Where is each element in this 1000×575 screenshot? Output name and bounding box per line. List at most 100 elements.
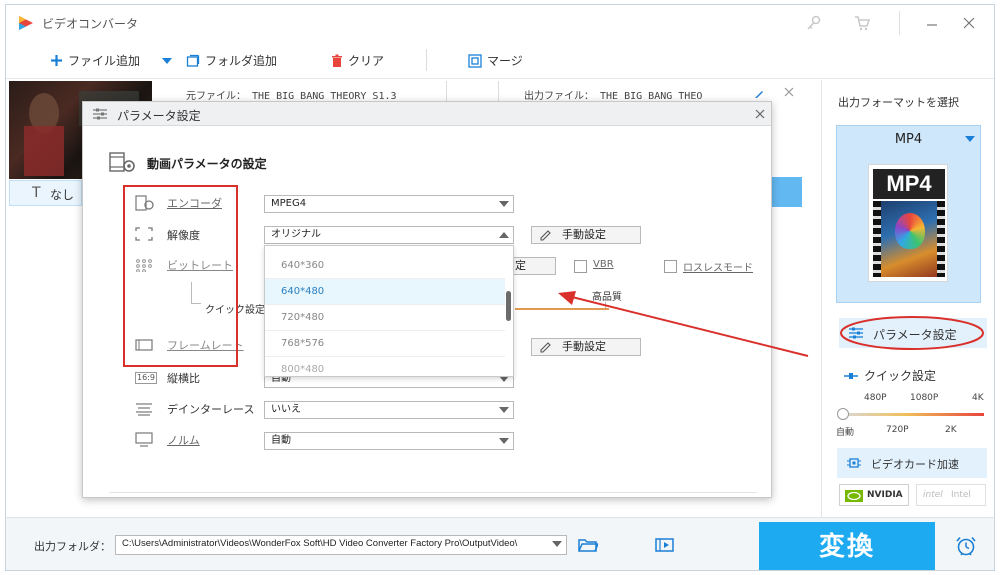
lossless-label: ロスレスモード — [683, 263, 753, 274]
merge-label: マージ — [487, 54, 523, 68]
mp4-format-icon: MP4 — [868, 164, 948, 282]
subtitle-select[interactable]: T なし — [9, 180, 82, 206]
gpu-accel-button[interactable]: ビデオカード加速 — [837, 448, 987, 478]
settings-sliders-icon — [93, 108, 107, 120]
norm-label: ノルム — [167, 434, 200, 447]
bitrate-manual-partial-label: 定 — [515, 259, 526, 272]
app-logo-icon — [19, 16, 33, 30]
cart-icon[interactable] — [854, 15, 870, 31]
intel-logo-icon: intel — [923, 490, 943, 500]
add-file-dropdown-icon[interactable] — [162, 57, 172, 65]
chip-icon — [847, 458, 861, 468]
add-file-label: ファイル追加 — [68, 54, 141, 68]
trash-icon — [332, 54, 342, 67]
dialog-title: パラメータ設定 — [117, 109, 201, 123]
section-title: 動画パラメータの設定 — [147, 157, 267, 171]
toolbar-divider — [426, 49, 427, 71]
quality-bottom-label-2k: 2K — [945, 425, 957, 435]
aspect-label: 縦横比 — [167, 372, 200, 385]
app-title: ビデオコンバータ — [42, 17, 139, 31]
alarm-clock-icon[interactable] — [955, 535, 977, 557]
add-folder-label: フォルダ追加 — [205, 54, 278, 68]
intel-button[interactable]: intel Intel — [916, 484, 986, 506]
bitrate-manual-button[interactable]: 定 — [508, 257, 556, 275]
right-panel-divider — [821, 80, 822, 517]
vbr-label: VBR — [593, 259, 614, 270]
clear-label: クリア — [348, 54, 385, 68]
toolbar: ファイル追加 フォルダ追加 クリア マージ — [6, 41, 994, 79]
red-box-highlight — [123, 185, 238, 367]
video-settings-icon — [109, 152, 135, 172]
quality-top-label-4k: 4K — [972, 393, 984, 403]
chevron-up-icon — [499, 232, 509, 238]
format-name: MP4 — [894, 132, 923, 147]
quality-top-label-480p: 480P — [864, 393, 887, 403]
merge-icon — [468, 53, 482, 68]
pencil-icon — [540, 230, 551, 241]
merge-button[interactable]: マージ — [468, 52, 523, 69]
dialog-divider — [109, 492, 757, 493]
chevron-down-icon — [499, 201, 509, 207]
deinterlace-select[interactable]: いいえ — [264, 401, 514, 419]
deinterlace-icon — [136, 403, 152, 416]
nvidia-button[interactable]: NVIDIA — [839, 484, 909, 506]
dialog-close-icon[interactable] — [755, 109, 765, 119]
encoder-value: MPEG4 — [271, 198, 307, 209]
dropdown-option-selected[interactable]: 640*480 — [265, 279, 505, 305]
row-divider — [446, 81, 447, 103]
red-ellipse-highlight — [840, 316, 984, 350]
add-folder-button[interactable]: フォルダ追加 — [186, 52, 277, 69]
manual-setting-button[interactable]: 手動設定 — [531, 226, 641, 244]
row-divider — [498, 81, 499, 103]
remove-file-icon[interactable] — [784, 87, 794, 97]
subtitle-value: なし — [50, 188, 75, 202]
resolution-value: オリジナル — [271, 229, 321, 240]
edit-output-icon[interactable] — [754, 89, 764, 99]
quick-setting-icon — [844, 373, 858, 379]
output-format-title: 出力フォーマットを選択 — [838, 96, 959, 109]
key-icon[interactable] — [806, 15, 822, 31]
dropdown-option[interactable]: 768*576 — [265, 331, 505, 357]
gpu-accel-label: ビデオカード加速 — [871, 458, 959, 471]
vbr-checkbox[interactable] — [574, 260, 587, 273]
nvidia-logo-icon — [845, 490, 863, 502]
source-file-name: 元ファイル： THE BIG BANG THEORY S1.3 — [186, 91, 397, 102]
chevron-down-icon — [499, 438, 509, 444]
video-folder-icon[interactable] — [655, 537, 675, 553]
chevron-down-icon — [552, 541, 562, 547]
title-bar: ビデオコンバータ — [6, 5, 994, 41]
add-file-button[interactable]: ファイル追加 — [50, 52, 140, 69]
format-logo-text: MP4 — [886, 171, 932, 196]
clear-button[interactable]: クリア — [331, 52, 384, 69]
format-dropdown-icon[interactable] — [965, 135, 975, 143]
dropdown-option[interactable]: 640*360 — [265, 253, 505, 279]
minimize-icon[interactable] — [926, 17, 938, 29]
output-file-name: 出力ファイル： THE BIG BANG THEO — [524, 91, 703, 102]
deinterlace-value: いいえ — [271, 404, 301, 415]
deinterlace-label: デインターレース — [167, 403, 255, 416]
open-folder-icon[interactable] — [578, 538, 598, 553]
intel-label: Intel — [951, 490, 971, 500]
text-icon: T — [32, 185, 41, 201]
norm-select[interactable]: 自動 — [264, 432, 514, 450]
file-row-highlight — [772, 177, 802, 207]
nvidia-label: NVIDIA — [867, 490, 903, 500]
lossless-checkbox[interactable] — [664, 260, 677, 273]
convert-button[interactable]: 変換 — [759, 522, 935, 570]
resolution-select[interactable]: オリジナル — [264, 226, 514, 244]
resolution-dropdown-list: 640*360 640*480 720*480 768*576 800*480 — [264, 245, 514, 377]
encoder-select[interactable]: MPEG4 — [264, 195, 514, 213]
dropdown-option[interactable]: 800*480 — [265, 357, 505, 376]
output-path-select[interactable]: C:\Users\Administrator\Videos\WonderFox … — [115, 535, 567, 555]
dropdown-option[interactable]: 720*480 — [265, 305, 505, 331]
chevron-down-icon — [499, 407, 509, 413]
quality-slider-handle[interactable] — [837, 408, 849, 420]
red-arrow-annotation — [558, 291, 809, 357]
quality-slider-track[interactable] — [842, 413, 984, 416]
quick-setting-title: クイック設定 — [864, 369, 937, 383]
close-icon[interactable] — [963, 17, 975, 29]
dropdown-scrollbar[interactable] — [506, 291, 511, 321]
format-card[interactable]: MP4 MP4 — [836, 125, 981, 303]
app-window: ビデオコンバータ ファイル追加 フォルダ追加 クリア マージ 元ファイル： TH… — [5, 4, 995, 571]
aspect-icon: 16:9 — [135, 372, 157, 384]
